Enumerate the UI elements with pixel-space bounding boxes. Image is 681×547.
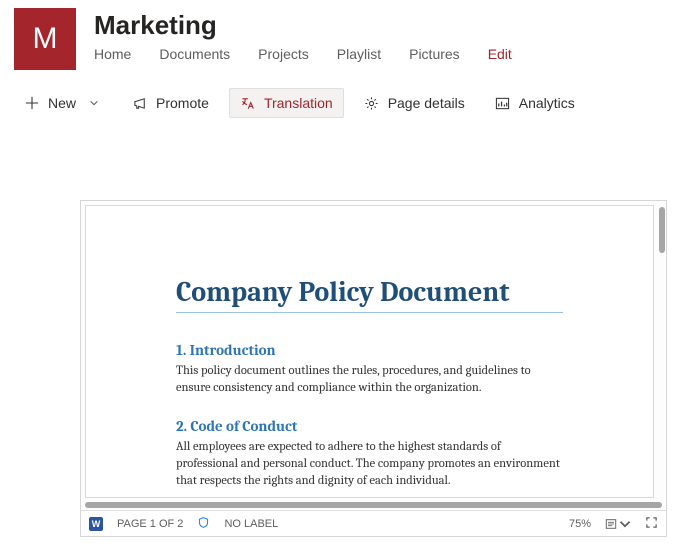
plus-icon [24, 95, 40, 111]
chevron-down-icon [86, 95, 102, 111]
translation-button[interactable]: Translation [229, 88, 344, 118]
horizontal-scrollbar[interactable] [85, 502, 662, 508]
site-info: Marketing Home Documents Projects Playli… [94, 8, 667, 62]
new-label: New [48, 95, 76, 111]
page-details-label: Page details [388, 95, 465, 111]
sensitivity-icon [197, 516, 210, 532]
page-details-button[interactable]: Page details [354, 89, 475, 117]
nav-playlist[interactable]: Playlist [337, 46, 381, 62]
view-mode-button[interactable] [605, 518, 631, 530]
translation-label: Translation [264, 95, 333, 111]
site-title: Marketing [94, 10, 667, 40]
analytics-label: Analytics [519, 95, 575, 111]
document-viewport[interactable]: Company Policy Document 1. Introduction … [81, 201, 666, 510]
promote-button[interactable]: Promote [122, 89, 219, 117]
nav-home[interactable]: Home [94, 46, 131, 62]
command-bar: New Promote Translation Page details Ana… [0, 70, 681, 128]
megaphone-icon [132, 95, 148, 111]
fullscreen-button[interactable] [645, 516, 658, 532]
nav-edit[interactable]: Edit [488, 46, 512, 62]
page-indicator[interactable]: PAGE 1 OF 2 [117, 518, 183, 530]
doc-heading-2: 2. Code of Conduct [176, 417, 563, 435]
sensitivity-label[interactable]: NO LABEL [224, 518, 278, 530]
document-page: Company Policy Document 1. Introduction … [85, 205, 654, 498]
translate-icon [240, 95, 256, 111]
document-preview-frame: Company Policy Document 1. Introduction … [80, 200, 667, 537]
analytics-icon [495, 95, 511, 111]
status-bar: W PAGE 1 OF 2 NO LABEL 75% [81, 510, 666, 536]
word-icon: W [89, 517, 103, 531]
nav-pictures[interactable]: Pictures [409, 46, 460, 62]
doc-body-2: All employees are expected to adhere to … [176, 439, 563, 490]
site-nav: Home Documents Projects Playlist Picture… [94, 46, 667, 62]
site-logo[interactable]: M [14, 8, 76, 70]
zoom-level[interactable]: 75% [569, 518, 591, 530]
nav-documents[interactable]: Documents [159, 46, 230, 62]
doc-heading-1: 1. Introduction [176, 341, 563, 359]
doc-body-1: This policy document outlines the rules,… [176, 363, 563, 397]
new-button[interactable]: New [14, 89, 112, 117]
gear-icon [364, 95, 380, 111]
promote-label: Promote [156, 95, 209, 111]
site-header: M Marketing Home Documents Projects Play… [0, 0, 681, 70]
analytics-button[interactable]: Analytics [485, 89, 585, 117]
nav-projects[interactable]: Projects [258, 46, 309, 62]
document-title: Company Policy Document [176, 276, 563, 313]
vertical-scrollbar[interactable] [659, 207, 665, 253]
